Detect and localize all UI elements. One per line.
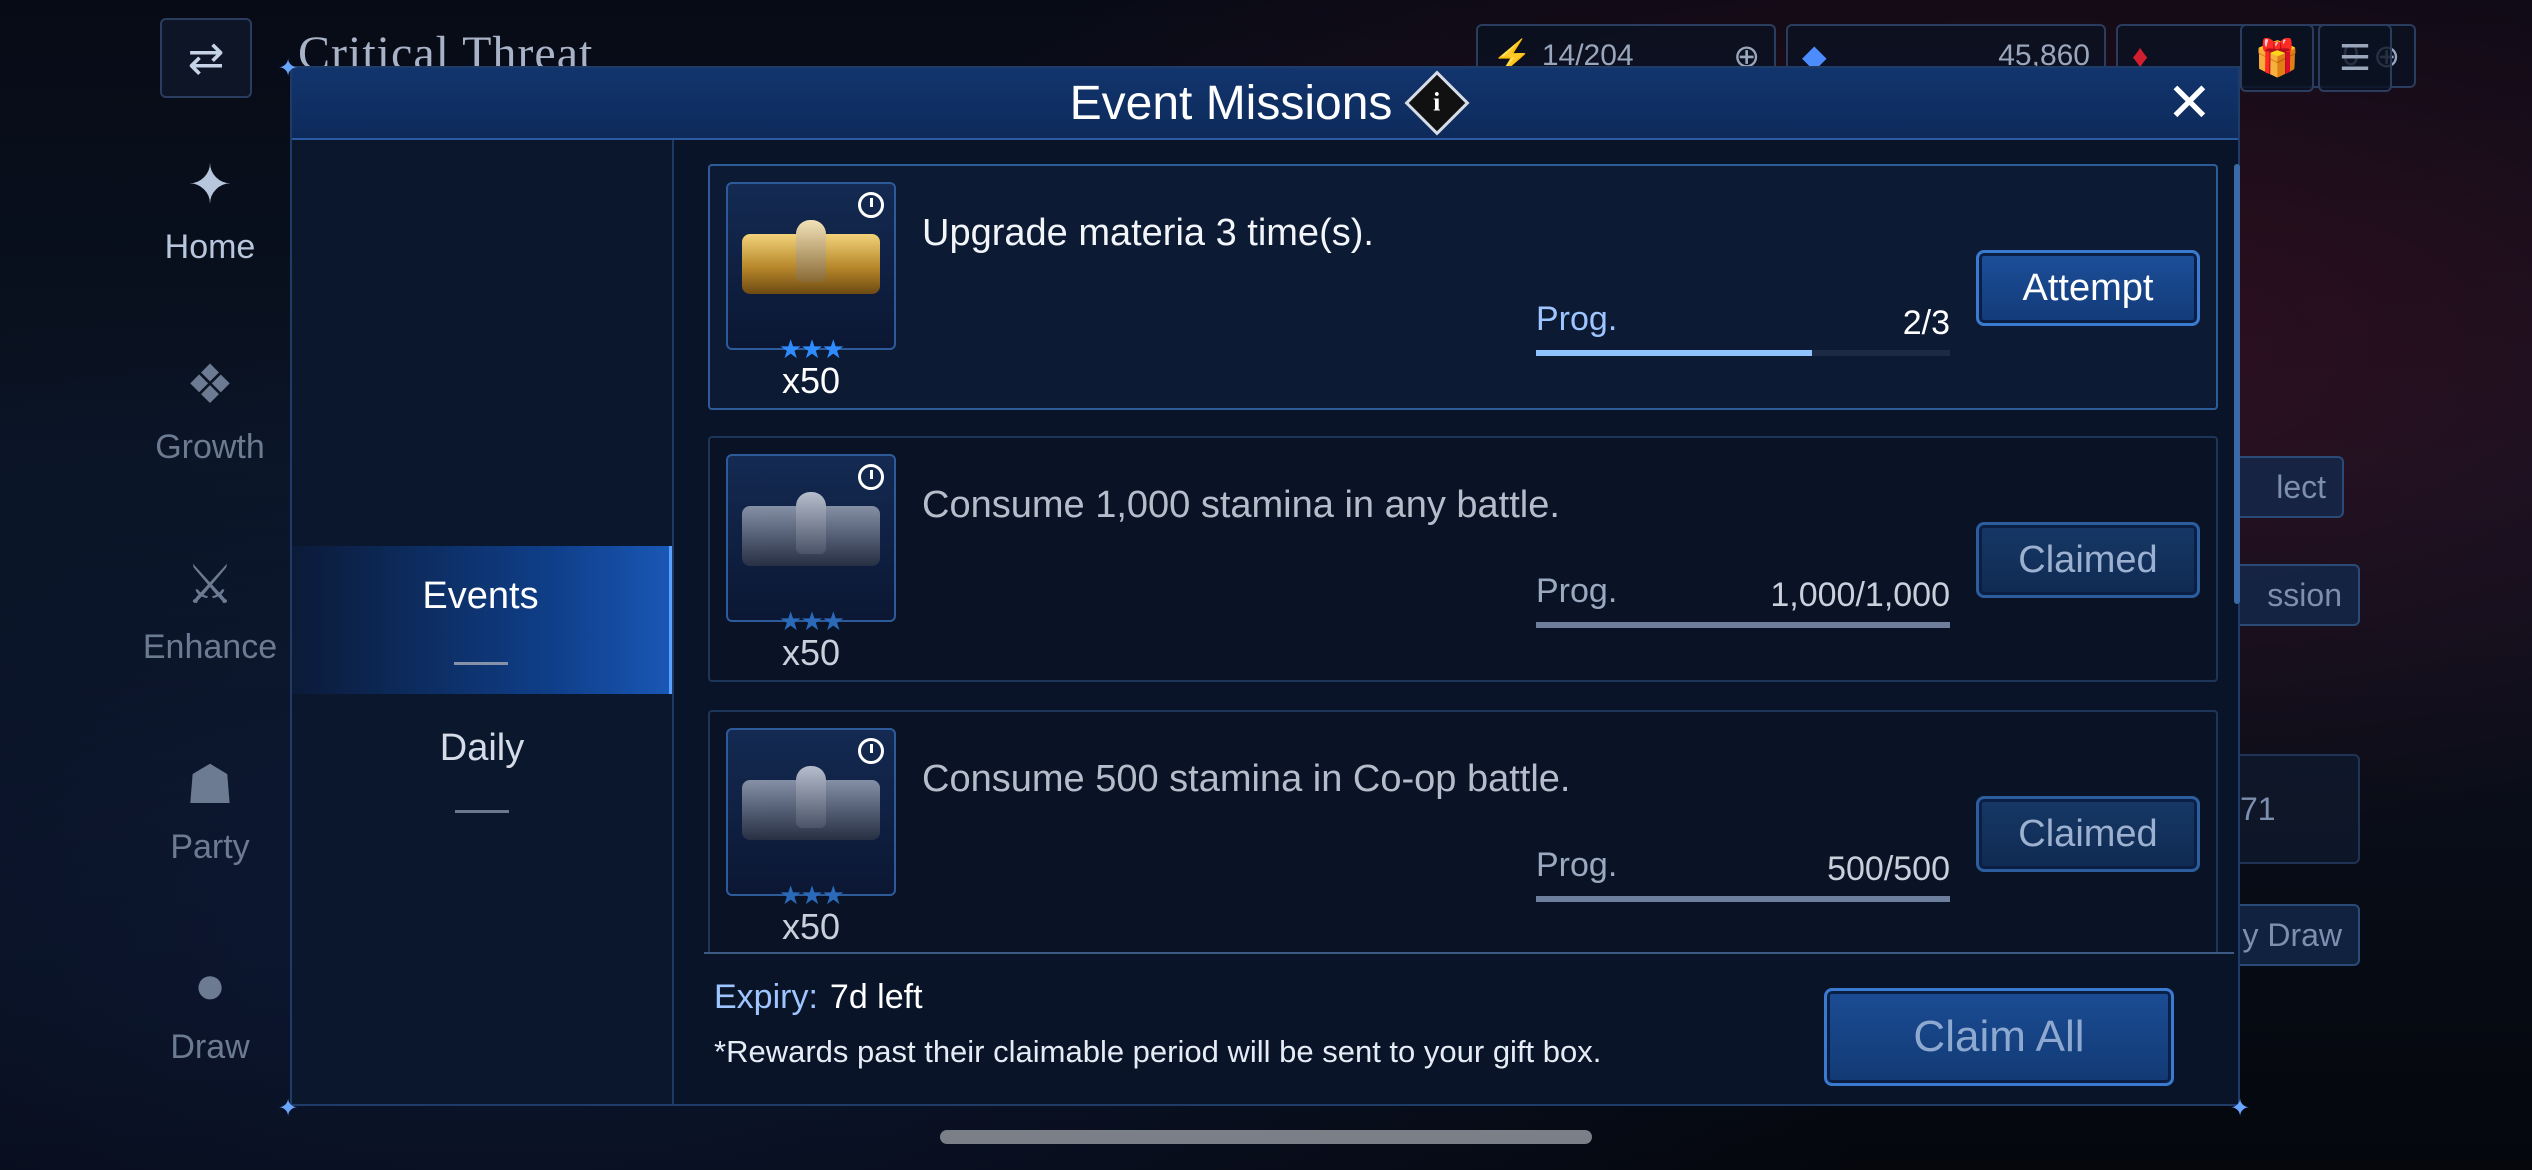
timer-icon [858,464,884,490]
corner-sparkle-icon: ✦ [278,55,299,82]
reward-item[interactable]: ★★★ [726,454,896,636]
reward-item[interactable]: ★★★ [726,182,896,364]
modal-title: Event Missions [1069,76,1393,130]
nav-item-draw[interactable]: ● Draw [130,950,290,1150]
tab-events[interactable]: Events [292,546,672,694]
expiry-value: 7d left [829,978,923,1016]
progress-bar [1536,896,1950,902]
tab-label: Events [422,575,539,617]
tab-daily[interactable]: Daily [292,696,672,844]
info-icon[interactable]: i [1404,70,1470,136]
progress-label: Prog. [1536,572,1618,610]
progress-label: Prog. [1536,300,1618,338]
partial-label: 71 [2240,790,2276,827]
mission-row: ★★★ x50 Consume 1,000 stamina in any bat… [708,436,2218,682]
progress-label: Prog. [1536,846,1618,884]
corner-sparkle-icon: ✦ [2230,1095,2251,1122]
partial-label: y Draw [2242,916,2342,953]
gift-box-button[interactable]: 🎁 [2240,24,2314,92]
mission-description: Upgrade materia 3 time(s). [922,212,1374,254]
background-left-nav: ✦ Home ❖ Growth ⚔ Enhance ☗ Party ● Draw [130,150,290,1150]
draw-icon: ● [193,955,227,1015]
attempt-button[interactable]: Attempt [1976,250,2200,326]
nav-label: Enhance [142,628,278,666]
mission-description: Consume 1,000 stamina in any battle. [922,484,1560,526]
mission-list: ★★★ x50 Upgrade materia 3 time(s). Prog.… [708,164,2228,954]
tab-underline [453,662,508,665]
nav-label: Draw [170,1028,250,1066]
home-indicator[interactable] [940,1130,1592,1144]
mission-row: ★★★ x50 Upgrade materia 3 time(s). Prog.… [708,164,2218,410]
nav-item-party[interactable]: ☗ Party [130,750,290,950]
progress-fill [1536,622,1950,628]
reward-quantity: x50 [781,632,841,673]
nav-label: Growth [155,428,265,466]
close-icon[interactable]: ✕ [2167,74,2212,132]
materia-reward-icon [742,220,880,294]
expiry-info: Expiry: 7d left [714,978,923,1017]
claimed-button[interactable]: Claimed [1976,522,2200,598]
tab-label: Daily [439,727,525,769]
progress-fill [1536,350,1813,356]
rewards-footnote: *Rewards past their claimable period wil… [714,1034,1602,1069]
reward-quantity: x50 [781,360,841,401]
materia-reward-icon [742,492,880,566]
nav-item-enhance[interactable]: ⚔ Enhance [130,550,290,750]
nav-item-home[interactable]: ✦ Home [130,150,290,350]
growth-icon: ❖ [185,355,235,415]
claimed-button[interactable]: Claimed [1976,796,2200,872]
mission-tabs: Events Daily [292,140,674,1104]
nav-item-growth[interactable]: ❖ Growth [130,350,290,550]
progress-fill [1536,896,1950,902]
mission-description: Consume 500 stamina in Co-op battle. [922,758,1571,800]
timer-icon [858,192,884,218]
party-icon: ☗ [185,755,235,815]
mission-row: ★★★ x50 Consume 500 stamina in Co-op bat… [708,710,2218,954]
back-button[interactable]: ⇄ [160,18,252,98]
hamburger-menu-icon: ☰ [2338,37,2372,78]
progress-value: 500/500 [1827,850,1950,888]
progress-bar [1536,350,1950,356]
progress-value: 2/3 [1902,304,1950,342]
footer-divider [704,952,2234,954]
timer-icon [858,738,884,764]
progress-value: 1,000/1,000 [1770,576,1950,614]
reward-item[interactable]: ★★★ [726,728,896,910]
corner-sparkle-icon: ✦ [278,1095,299,1122]
partial-label: lect [2276,468,2326,505]
reward-quantity: x50 [781,906,841,947]
progress-bar [1536,622,1950,628]
mission-list-scrollbar[interactable] [2234,164,2240,604]
enhance-icon: ⚔ [185,555,235,615]
partial-label: ssion [2267,576,2342,613]
tab-underline [455,810,509,813]
materia-reward-icon [742,766,880,840]
menu-button[interactable]: ☰ [2318,24,2392,92]
home-icon: ✦ [187,155,233,215]
nav-label: Home [164,228,256,266]
gift-icon: 🎁 [2254,37,2300,78]
claim-all-button[interactable]: Claim All [1824,988,2174,1086]
event-missions-modal: Event Missions i ✕ Events Daily ★★★ x50 … [290,66,2240,1106]
swap-arrows-icon: ⇄ [187,33,225,83]
modal-header: Event Missions i ✕ [292,68,2238,140]
nav-label: Party [170,828,250,866]
expiry-label: Expiry: [714,978,818,1016]
